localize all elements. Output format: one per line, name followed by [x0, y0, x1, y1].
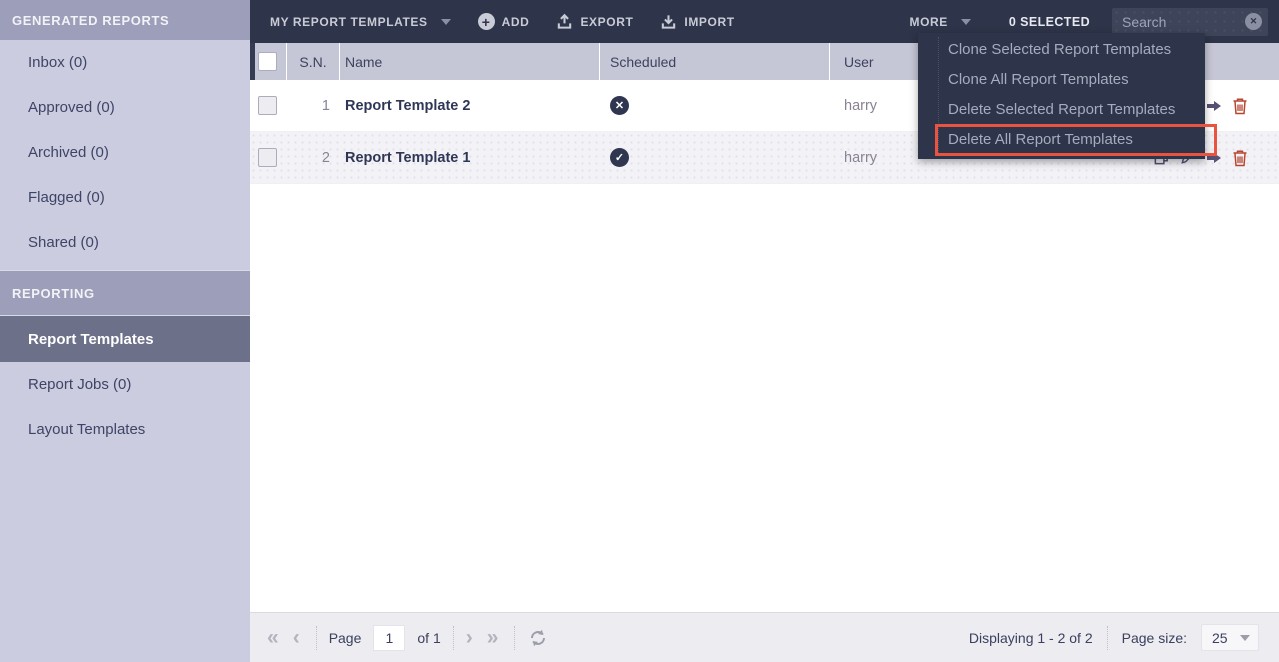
footer-right: Displaying 1 - 2 of 2 Page size: 25: [969, 624, 1259, 651]
sidebar-item-label: Report Templates: [28, 331, 154, 348]
page-number-input[interactable]: [373, 625, 405, 651]
add-button[interactable]: + ADD: [478, 13, 530, 30]
more-label: MORE: [909, 15, 947, 29]
page-size-select[interactable]: 25: [1201, 624, 1259, 651]
separator: [1107, 626, 1108, 650]
first-page-button[interactable]: «: [267, 627, 279, 648]
sidebar-item-flagged[interactable]: Flagged (0): [0, 175, 250, 220]
run-icon[interactable]: [1204, 96, 1223, 115]
more-button[interactable]: MORE: [909, 15, 970, 29]
row-checkbox-cell: [250, 96, 287, 115]
export-label: EXPORT: [580, 15, 633, 29]
selected-count: 0 SELECTED: [1009, 15, 1090, 29]
export-icon: [556, 13, 573, 30]
row-name: Report Template 2: [340, 98, 600, 114]
chevron-down-icon: [441, 19, 451, 25]
select-all-cell: [250, 43, 287, 80]
sidebar-section-generated-reports: GENERATED REPORTS: [0, 0, 250, 40]
sidebar-item-report-jobs[interactable]: Report Jobs (0): [0, 362, 250, 407]
run-icon[interactable]: [1204, 148, 1223, 167]
row-scheduled-cell: ✓: [600, 148, 830, 167]
toolbar-right: MORE 0 SELECTED ✕: [909, 8, 1268, 36]
import-button[interactable]: IMPORT: [660, 13, 734, 30]
add-label: ADD: [502, 15, 530, 29]
main-panel: MY REPORT TEMPLATES + ADD EXPORT IMPORT: [250, 0, 1279, 662]
row-checkbox-cell: [250, 148, 287, 167]
menu-item-clone-selected[interactable]: Clone Selected Report Templates: [918, 35, 1205, 65]
page-count-label: of 1: [417, 630, 440, 646]
chevron-down-icon: [1240, 635, 1250, 641]
sidebar-item-report-templates[interactable]: Report Templates: [0, 316, 250, 362]
row-checkbox[interactable]: [258, 148, 277, 167]
row-sn: 1: [287, 98, 340, 114]
import-icon: [660, 13, 677, 30]
last-page-button[interactable]: »: [487, 627, 499, 648]
clear-search-icon[interactable]: ✕: [1245, 13, 1262, 30]
export-button[interactable]: EXPORT: [556, 13, 633, 30]
sidebar-item-label: Inbox (0): [28, 54, 87, 71]
scheduled-icon: ✓: [610, 148, 629, 167]
delete-icon[interactable]: [1230, 148, 1249, 167]
search-box: ✕: [1112, 8, 1268, 36]
column-header-scheduled[interactable]: Scheduled: [600, 43, 830, 80]
sidebar-item-label: Layout Templates: [28, 421, 145, 438]
separator: [514, 626, 515, 650]
prev-page-button[interactable]: ‹: [293, 627, 300, 648]
row-scheduled-cell: ✕: [600, 96, 830, 115]
refresh-button[interactable]: [527, 627, 549, 649]
section-title: REPORTING: [12, 286, 95, 301]
highlighted-menu-item-wrap: Delete All Report Templates: [918, 125, 1205, 155]
report-templates-menu-button[interactable]: MY REPORT TEMPLATES: [270, 15, 451, 29]
delete-icon[interactable]: [1230, 96, 1249, 115]
sidebar: GENERATED REPORTS Inbox (0) Approved (0)…: [0, 0, 250, 662]
sidebar-item-label: Archived (0): [28, 144, 109, 161]
next-page-button[interactable]: ›: [466, 627, 473, 648]
sidebar-item-approved[interactable]: Approved (0): [0, 85, 250, 130]
report-templates-menu-label: MY REPORT TEMPLATES: [270, 15, 428, 29]
page-label: Page: [329, 630, 362, 646]
sidebar-item-inbox[interactable]: Inbox (0): [0, 40, 250, 85]
column-header-name[interactable]: Name: [340, 43, 600, 80]
chevron-down-icon: [961, 19, 971, 25]
select-all-checkbox[interactable]: [258, 52, 277, 71]
more-dropdown-menu: Clone Selected Report Templates Clone Al…: [918, 33, 1205, 159]
sidebar-item-label: Approved (0): [28, 99, 115, 116]
row-sn: 2: [287, 150, 340, 166]
separator: [453, 626, 454, 650]
sidebar-item-archived[interactable]: Archived (0): [0, 130, 250, 175]
sidebar-item-label: Report Jobs (0): [28, 376, 131, 393]
sidebar-item-layout-templates[interactable]: Layout Templates: [0, 407, 250, 452]
row-name: Report Template 1: [340, 150, 600, 166]
import-label: IMPORT: [684, 15, 734, 29]
column-header-sn[interactable]: S.N.: [287, 43, 340, 80]
page-size-label: Page size:: [1122, 630, 1187, 646]
separator: [316, 626, 317, 650]
menu-item-clone-all[interactable]: Clone All Report Templates: [918, 65, 1205, 95]
sidebar-item-shared[interactable]: Shared (0): [0, 220, 250, 265]
row-checkbox[interactable]: [258, 96, 277, 115]
section-title: GENERATED REPORTS: [12, 13, 169, 28]
sidebar-section-reporting: REPORTING: [0, 270, 250, 316]
page-size-value: 25: [1212, 630, 1228, 646]
pagination-bar: « ‹ Page of 1 › » Displaying 1 - 2 of 2 …: [250, 612, 1279, 662]
menu-item-delete-all[interactable]: Delete All Report Templates: [918, 125, 1205, 155]
menu-item-delete-selected[interactable]: Delete Selected Report Templates: [918, 95, 1205, 125]
displaying-label: Displaying 1 - 2 of 2: [969, 630, 1093, 646]
not-scheduled-icon: ✕: [610, 96, 629, 115]
refresh-icon: [528, 628, 548, 648]
add-icon: +: [478, 13, 495, 30]
sidebar-item-label: Flagged (0): [28, 189, 105, 206]
sidebar-item-label: Shared (0): [28, 234, 99, 251]
